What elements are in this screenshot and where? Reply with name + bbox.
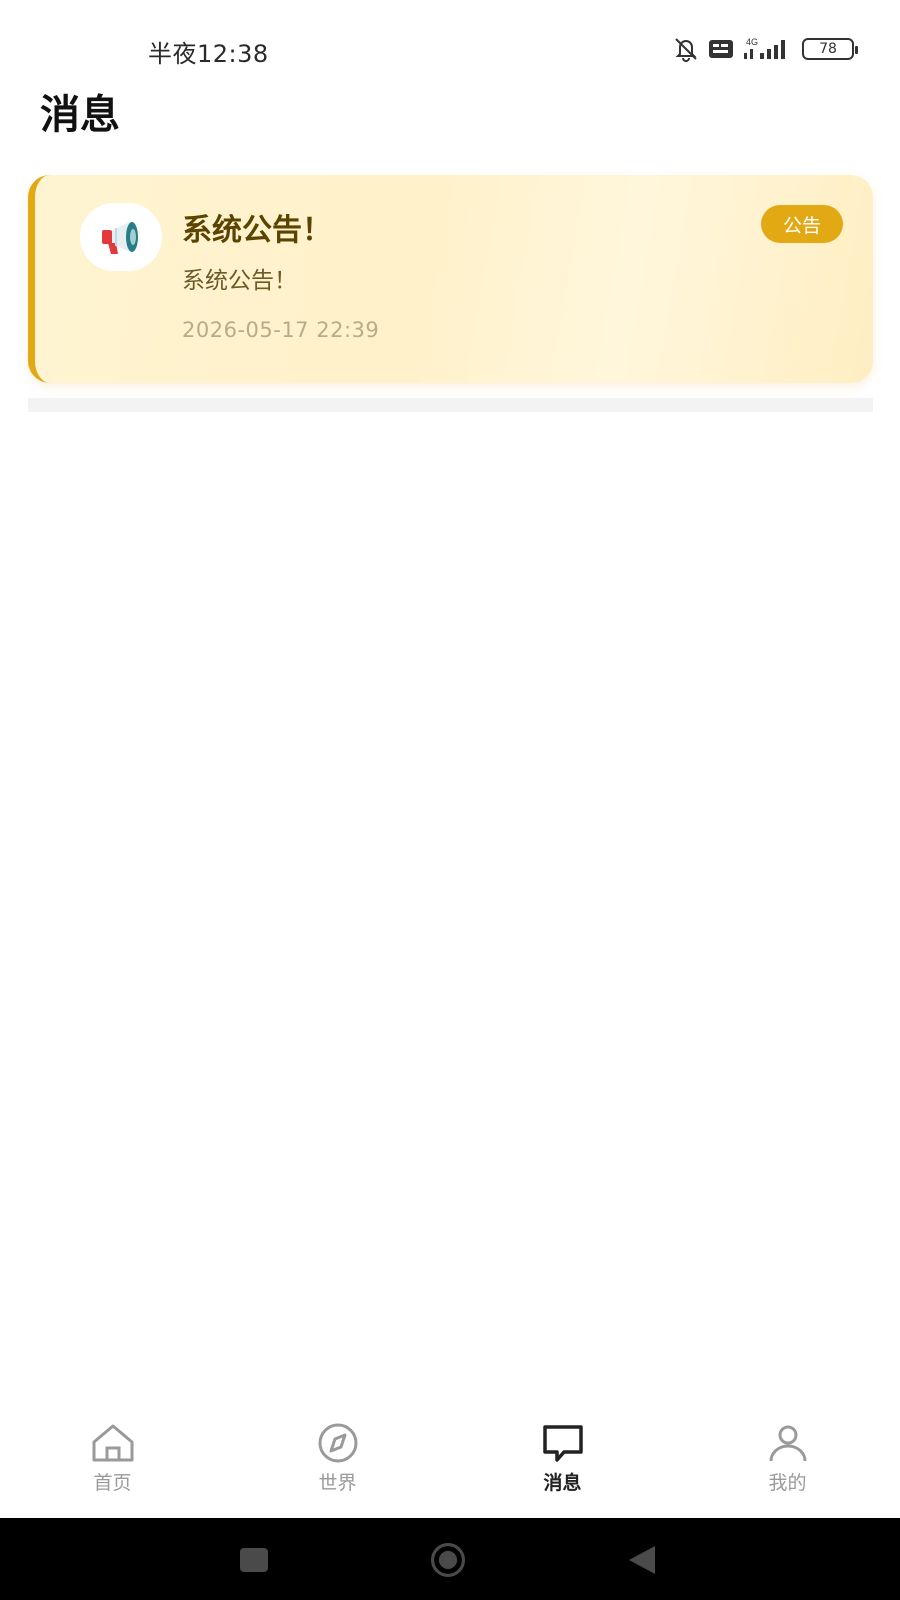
page-title: 消息 (40, 92, 120, 138)
bottom-tab-bar: 首页 世界 消息 我的 (0, 1420, 900, 1516)
tab-messages-label: 消息 (543, 1472, 582, 1494)
back-triangle-icon[interactable] (622, 1540, 662, 1580)
list-divider (28, 398, 873, 412)
recents-square-icon[interactable] (234, 1540, 274, 1580)
message-type-badge: 公告 (761, 205, 843, 243)
message-card[interactable]: 系统公告！ 系统公告！ 2026-05-17 22:39 公告 (28, 175, 873, 383)
person-icon (763, 1420, 813, 1464)
status-time: 半夜12:38 (148, 40, 269, 68)
megaphone-icon (80, 203, 162, 271)
tab-world[interactable]: 世界 (225, 1420, 450, 1516)
message-title: 系统公告！ (182, 213, 332, 248)
battery-icon: 78 (802, 38, 858, 60)
home-icon (88, 1420, 138, 1464)
battery-level: 78 (819, 41, 837, 57)
tab-world-label: 世界 (318, 1472, 357, 1494)
message-timestamp: 2026-05-17 22:39 (182, 318, 380, 342)
mute-bell-icon (672, 36, 700, 62)
compass-icon (313, 1420, 363, 1464)
tab-home[interactable]: 首页 (0, 1420, 225, 1516)
status-bar: 半夜12:38 4G 78 (0, 0, 900, 80)
signal-icon: 4G (742, 36, 794, 62)
chat-bubble-icon (538, 1420, 588, 1464)
tab-messages[interactable]: 消息 (450, 1420, 675, 1516)
tab-profile[interactable]: 我的 (675, 1420, 900, 1516)
network-label: 4G (746, 37, 758, 47)
volte-icon (708, 39, 734, 59)
tab-home-label: 首页 (93, 1472, 132, 1494)
message-body: 系统公告！ (182, 268, 297, 294)
status-icons: 4G 78 (672, 36, 858, 62)
tab-profile-label: 我的 (768, 1472, 807, 1494)
system-nav-bar (0, 1518, 900, 1600)
home-circle-icon[interactable] (428, 1540, 468, 1580)
messages-screen: 半夜12:38 4G 78 消息 系统公告！ 系统公告！ 2026-05-17 … (0, 0, 900, 1600)
